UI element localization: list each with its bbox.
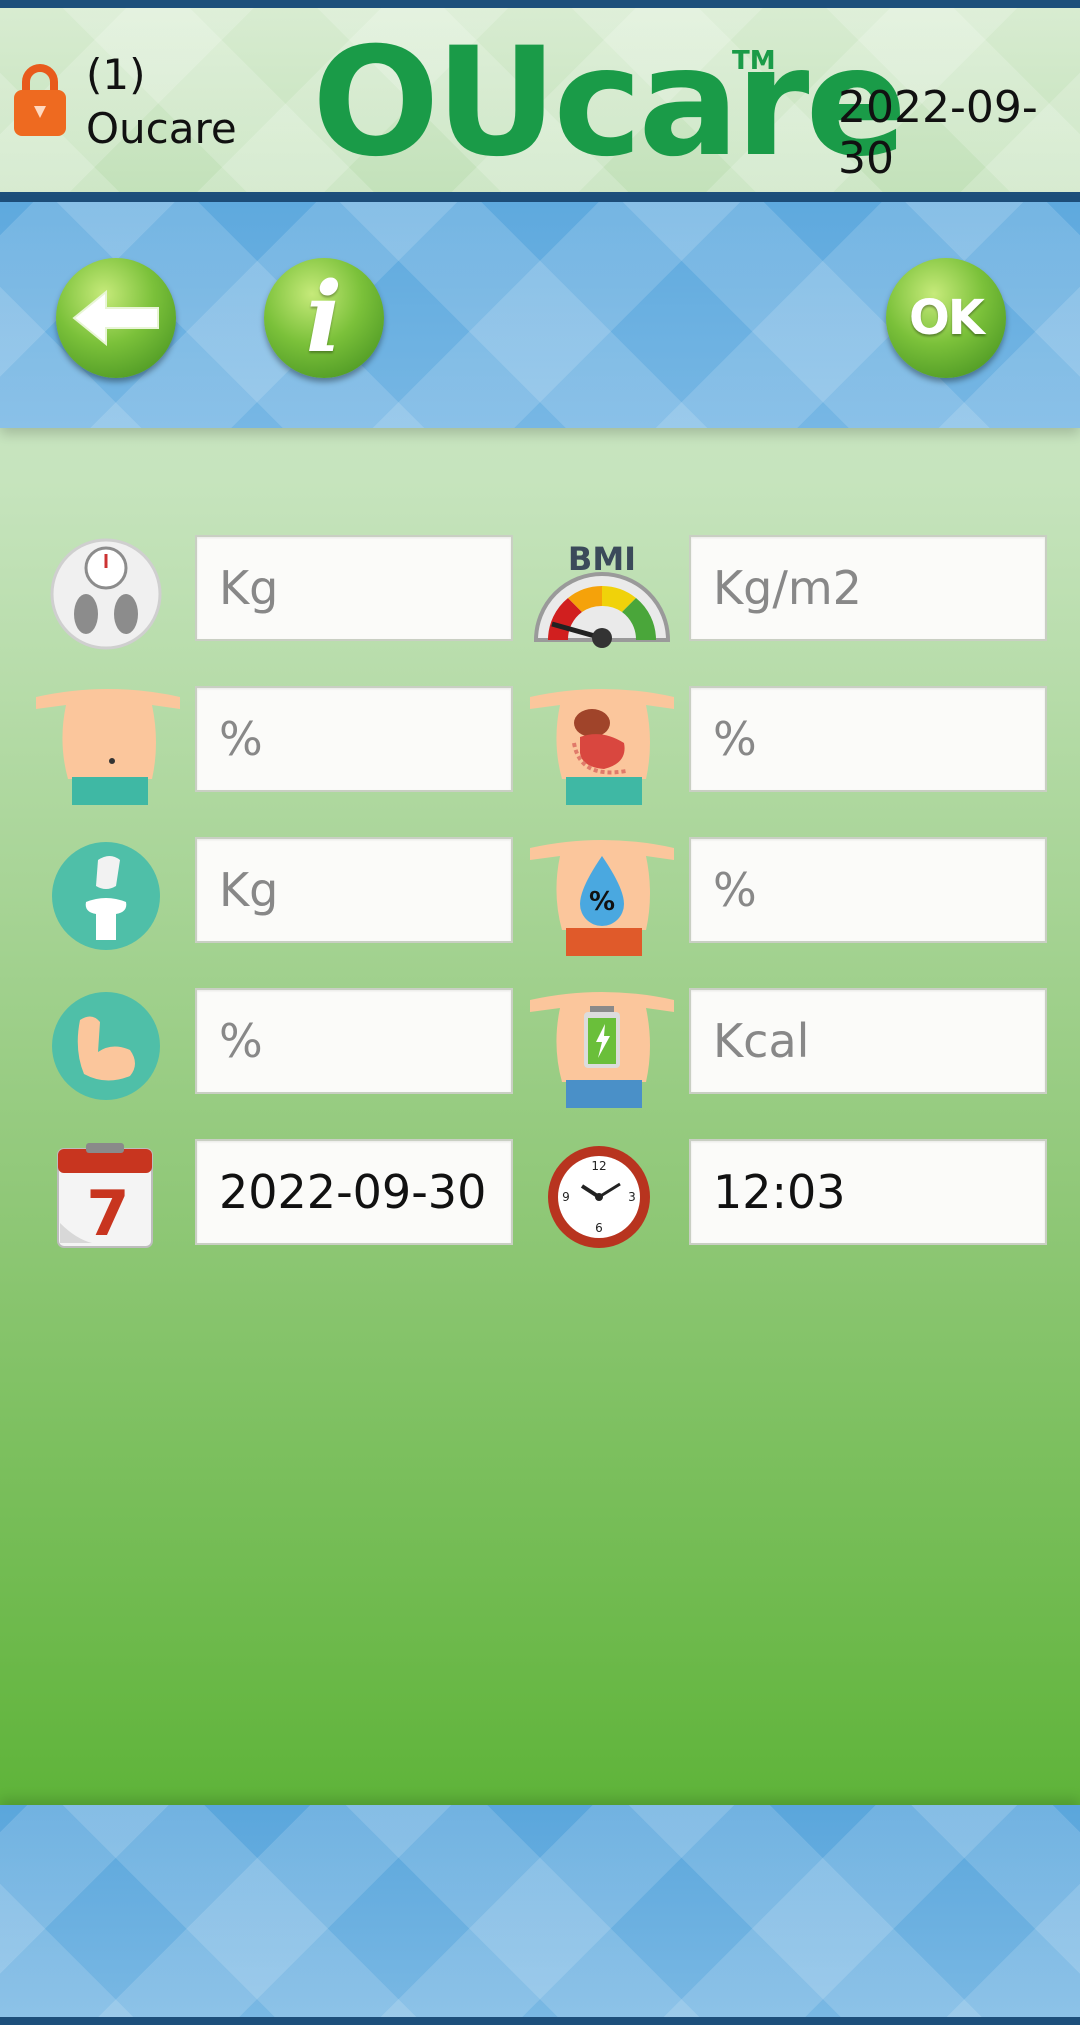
bmi-gauge-icon: BMI <box>533 540 671 648</box>
oucare-logo: OUcare <box>312 16 907 190</box>
footer-divider <box>0 2017 1080 2025</box>
visceral-fat-icon <box>530 689 674 805</box>
body-water-icon: % <box>530 840 674 956</box>
body-water-input[interactable] <box>689 837 1047 943</box>
energy-battery-icon <box>530 992 674 1108</box>
muscle-icon <box>52 992 160 1100</box>
arrow-left-icon <box>72 289 159 347</box>
bone-mass-input[interactable] <box>195 837 513 943</box>
header-divider <box>0 192 1080 202</box>
svg-text:12: 12 <box>591 1159 606 1173</box>
bmi-input[interactable] <box>689 535 1047 641</box>
trademark-mark: TM <box>732 46 776 76</box>
time-input[interactable] <box>689 1139 1047 1245</box>
water-percent-label: % <box>589 887 615 917</box>
body-fat-input[interactable] <box>195 686 513 792</box>
ok-button[interactable]: OK <box>886 258 1006 378</box>
back-button[interactable] <box>56 258 176 378</box>
svg-text:3: 3 <box>628 1190 636 1204</box>
ok-label: OK <box>909 290 985 346</box>
muscle-input[interactable] <box>195 988 513 1094</box>
user-id: (1) <box>86 50 146 99</box>
lock-icon[interactable] <box>12 60 68 138</box>
calendar-icon[interactable]: 7 <box>56 1143 154 1251</box>
date-input[interactable] <box>195 1139 513 1245</box>
weight-input[interactable] <box>195 535 513 641</box>
user-name: Oucare <box>86 104 237 153</box>
header-date: 2022-09-30 <box>838 82 1038 184</box>
bone-icon <box>52 842 160 950</box>
calories-input[interactable] <box>689 988 1047 1094</box>
calendar-day-label: 7 <box>86 1177 129 1250</box>
svg-text:6: 6 <box>595 1221 603 1235</box>
weight-scale-icon <box>50 538 162 650</box>
svg-text:9: 9 <box>562 1190 570 1204</box>
visceral-fat-input[interactable] <box>689 686 1047 792</box>
clock-icon[interactable]: 12 3 6 9 <box>546 1144 652 1250</box>
footer-bar <box>0 1805 1080 2025</box>
body-fat-icon <box>36 689 180 805</box>
info-icon: i <box>305 261 343 374</box>
info-button[interactable]: i <box>264 258 384 378</box>
